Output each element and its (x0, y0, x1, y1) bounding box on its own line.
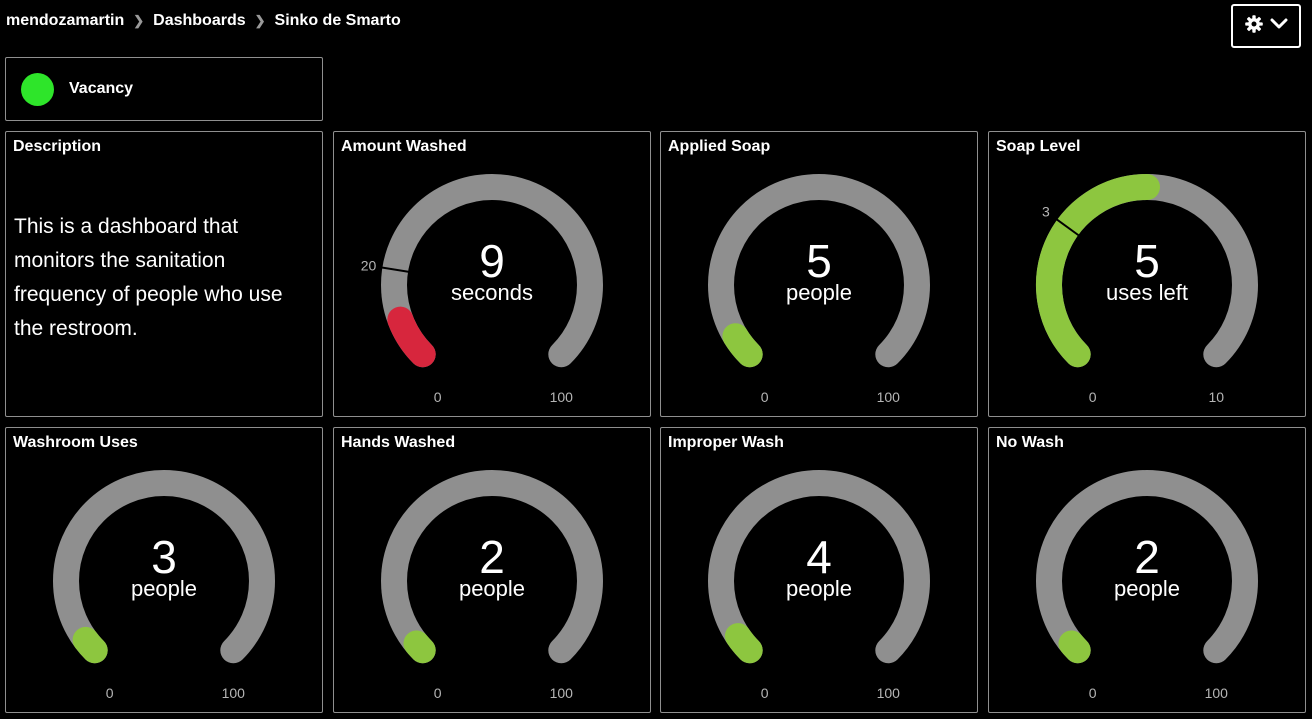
gauge-title: Applied Soap (668, 138, 771, 155)
vacancy-tile[interactable]: Vacancy (5, 57, 323, 121)
chevron-right-icon: ❯ (133, 13, 145, 28)
description-title: Description (13, 138, 102, 155)
gauge-title: No Wash (996, 434, 1064, 451)
gauge-unit: seconds (451, 280, 533, 305)
gauge-min-label: 0 (106, 685, 114, 701)
gauge-title: Hands Washed (341, 434, 456, 451)
gauge-unit: people (459, 576, 525, 601)
breadcrumb-user[interactable]: mendozamartin (6, 12, 124, 30)
breadcrumb-current-dashboard: Sinko de Smarto (274, 12, 401, 29)
gauge-tile-soap-level[interactable]: 3 0 10 5 uses left Soap Level (988, 131, 1306, 417)
gauge-threshold-label: 3 (1042, 204, 1050, 220)
gauge-chart: 200 1009seconds (361, 174, 603, 405)
gauge-fill (1036, 174, 1160, 368)
breadcrumb-dashboards[interactable]: Dashboards (153, 12, 245, 30)
gauge-unit: uses left (1106, 280, 1188, 305)
gauge-threshold-label: 20 (361, 257, 377, 273)
gauge-chart: 0 1002people (1036, 470, 1258, 701)
breadcrumb: mendozamartin ❯ Dashboards ❯ Sinko de Sm… (6, 10, 401, 32)
gear-icon (1244, 14, 1264, 39)
gauge-max-label: 100 (1205, 685, 1229, 701)
settings-menu-button[interactable] (1231, 4, 1301, 48)
gauge-chart: 30 105uses left (1036, 174, 1258, 405)
gauge-min-label: 0 (761, 685, 769, 701)
chevron-right-icon: ❯ (254, 13, 266, 28)
gauge-max-label: 100 (222, 685, 246, 701)
description-text: This is a dashboard that monitors the sa… (14, 215, 283, 340)
gauge-min-label: 0 (434, 685, 442, 701)
gauge-fill (403, 630, 436, 664)
gauge-fill (1058, 630, 1091, 664)
gauge-tile-applied-soap[interactable]: 0 100 5 people Applied Soap (660, 131, 978, 417)
gauge-chart: 0 1003people (53, 470, 275, 701)
chevron-down-icon (1270, 17, 1288, 35)
gauge-unit: people (786, 576, 852, 601)
gauge-min-label: 0 (1089, 389, 1097, 405)
gauge-tile-washroom-uses[interactable]: 0 100 3 people Washroom Uses (5, 427, 323, 713)
gauge-min-label: 0 (761, 389, 769, 405)
gauge-chart: 0 1002people (381, 470, 603, 701)
gauge-max-label: 10 (1209, 389, 1225, 405)
gauge-fill (722, 323, 763, 368)
gauge-tile-amount-washed[interactable]: 20 0 100 9 seconds Amount Washed (333, 131, 651, 417)
gauge-tile-hands-washed[interactable]: 0 100 2 people Hands Washed (333, 427, 651, 713)
gauge-title: Soap Level (996, 138, 1081, 155)
gauge-fill (72, 626, 108, 664)
gauge-max-label: 100 (877, 685, 901, 701)
gauge-unit: people (1114, 576, 1180, 601)
gauge-max-label: 100 (877, 389, 901, 405)
gauge-fill (724, 623, 763, 664)
gauge-min-label: 0 (434, 389, 442, 405)
vacancy-status-indicator (21, 73, 54, 106)
description-tile[interactable]: Description This is a dashboard that mon… (5, 131, 323, 417)
gauge-chart: 0 1005people (708, 174, 930, 405)
gauge-chart: 0 1004people (708, 470, 930, 701)
gauge-title: Improper Wash (668, 434, 784, 451)
vacancy-label: Vacancy (69, 80, 134, 97)
gauge-title: Amount Washed (341, 138, 467, 155)
gauge-tile-no-wash[interactable]: 0 100 2 people No Wash (988, 427, 1306, 713)
gauge-min-label: 0 (1089, 685, 1097, 701)
gauge-max-label: 100 (550, 389, 574, 405)
gauge-unit: people (131, 576, 197, 601)
gauge-unit: people (786, 280, 852, 305)
gauge-tile-improper-wash[interactable]: 0 100 4 people Improper Wash (660, 427, 978, 713)
gauge-fill (387, 306, 436, 368)
gauge-max-label: 100 (550, 685, 574, 701)
gauge-title: Washroom Uses (13, 434, 138, 451)
